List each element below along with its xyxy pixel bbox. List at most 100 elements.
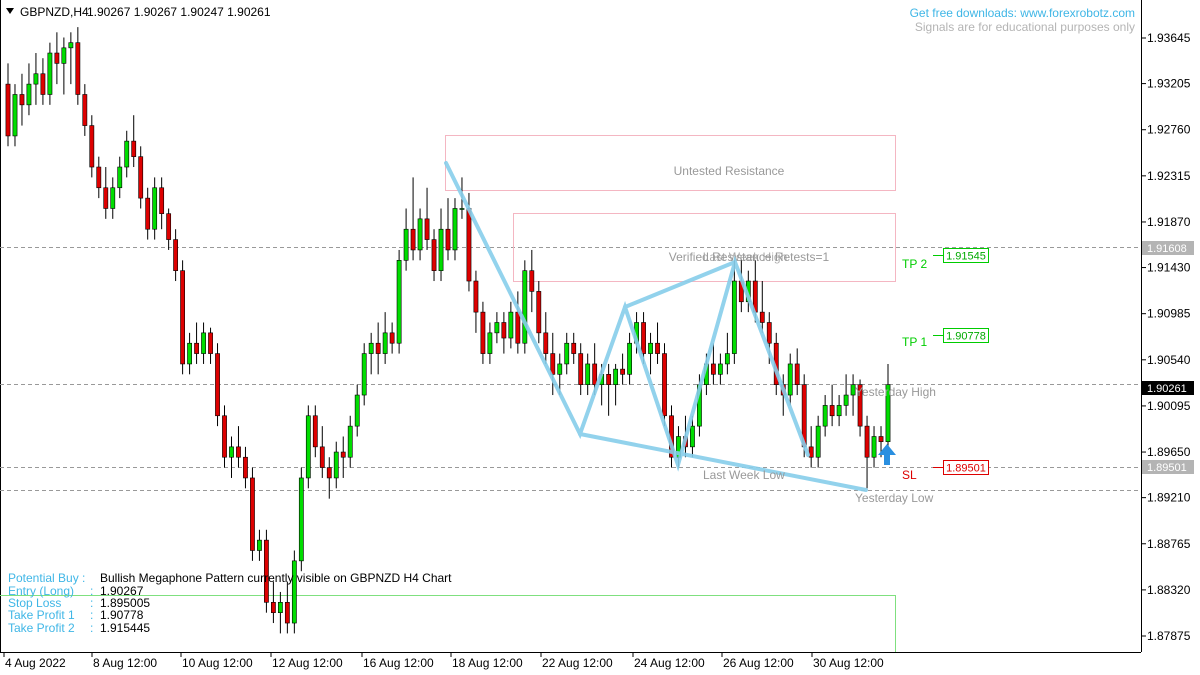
take-profit-2-value: 1.915445 [100, 621, 150, 635]
candle [396, 249, 402, 354]
time-tick-label: 26 Aug 12:00 [723, 656, 794, 670]
take-profit-2-sep: : [90, 621, 93, 635]
candle [180, 260, 185, 375]
candle-body-bear [794, 363, 800, 385]
candle-body-bear [138, 156, 144, 199]
candle-body-bull [815, 425, 821, 458]
price-tick-label: 1.91430 [1147, 261, 1191, 275]
take-profit-1-value: 1.90778 [100, 608, 144, 622]
time-tick-label: 10 Aug 12:00 [182, 656, 253, 670]
last-week-low-label: Last Week Low [703, 468, 785, 482]
candle-body-bear [759, 311, 765, 323]
candle-body-bull [836, 405, 842, 417]
candle-body-bear [878, 436, 884, 442]
candle-body-bull [403, 228, 409, 261]
candle-body-bull [333, 451, 339, 479]
candle-body-bear [480, 311, 486, 354]
candle-body-bull [354, 394, 360, 427]
candle-body-bear [250, 477, 255, 551]
price-tick-label: 1.93645 [1147, 31, 1191, 45]
candle-body-bear [578, 353, 584, 385]
untested-resistance-label: Untested Resistance [674, 164, 785, 178]
candle-body-bear [284, 602, 290, 624]
candle-body-bull [613, 368, 619, 385]
price-tick-label: 1.90095 [1147, 399, 1191, 413]
price-tick-label: 1.89650 [1147, 445, 1191, 459]
candle-body-bull [68, 42, 74, 49]
candle-body-bear [243, 456, 248, 479]
candle-body-bear [312, 415, 318, 448]
candle-body-bull [459, 208, 465, 210]
candle-body-bull [452, 208, 458, 251]
candle-body-bull [822, 405, 828, 427]
time-tick-label: 18 Aug 12:00 [452, 656, 523, 670]
yesterday-high-label: Yesterday High [855, 385, 936, 399]
candle-body-bear [173, 239, 179, 271]
candle-body-bull [396, 260, 402, 344]
potential-buy-label: Potential Buy : [8, 571, 85, 585]
candle-body-bull [361, 353, 367, 396]
candle-body-bull [690, 425, 695, 448]
candle-body-bull [33, 73, 39, 85]
candle-body-bull [382, 332, 388, 354]
candle-body-bear [326, 467, 332, 479]
candle-body-bull [494, 322, 500, 334]
price-tick-label: 1.88320 [1147, 583, 1191, 597]
download-link[interactable]: Get free downloads: www.forexrobotz.com [910, 6, 1135, 20]
price-tick-label: 1.92315 [1147, 169, 1191, 183]
candle-body-bull [26, 83, 32, 106]
candle-body-bear [166, 213, 172, 240]
candle-body-bear [131, 140, 137, 157]
time-tick-label: 24 Aug 12:00 [634, 656, 705, 670]
candle-body-bear [424, 218, 430, 240]
candle-body-bear [340, 451, 346, 458]
price-chart[interactable]: 1.93645 1.93205 1.92760 1.92315 1.91870 1.914… [0, 0, 1200, 675]
candle-body-bear [75, 42, 81, 95]
candle-body-bull [47, 52, 53, 95]
candle-body-bear [829, 405, 835, 417]
candle-body-bull [124, 140, 130, 168]
candle [662, 343, 667, 427]
potential-buy-text: Bullish Megaphone Pattern currently visi… [100, 571, 452, 585]
candle-body-bear [159, 187, 165, 214]
candle-body-bull [487, 332, 493, 354]
candle-body-bull [843, 394, 849, 406]
price-tick-label: 1.93205 [1147, 77, 1191, 91]
candle-body-bear [515, 311, 521, 344]
candle-body-bear [711, 363, 716, 375]
candle-body-bear [655, 342, 660, 354]
time-tick-label: 8 Aug 12:00 [93, 656, 157, 670]
candle-body-bull [648, 342, 653, 354]
candle-body-bull [508, 311, 514, 339]
candle-body-bull [417, 218, 423, 251]
candle-body-bull [305, 415, 311, 479]
candle-body-bear [431, 239, 437, 271]
candle-body-bear [194, 342, 199, 354]
candle-body-bear [215, 353, 220, 417]
candle-body-bear [529, 270, 535, 292]
candle [250, 467, 255, 561]
take-profit-1-sep: : [90, 608, 93, 622]
time-tick-label: 16 Aug 12:00 [363, 656, 434, 670]
candle-body-bear [180, 270, 185, 365]
candle-body-bull [585, 363, 591, 385]
candle-body-bull [787, 363, 793, 396]
tp1-price: 1.90778 [946, 331, 986, 343]
candle-body-bear [473, 280, 479, 313]
take-profit-2-label: Take Profit 2 [8, 621, 75, 635]
candle-body-bear [89, 125, 95, 168]
candle-body-bear [271, 602, 276, 613]
candle-body-bull [187, 342, 192, 365]
candle-body-bear [5, 83, 11, 137]
time-tick-label: 4 Aug 2022 [5, 656, 66, 670]
price-tag-resistance-text: 1.91608 [1147, 243, 1187, 255]
candle-body-bear [82, 94, 88, 126]
candle-body-bear [410, 228, 416, 251]
price-tag-sl-text: 1.89501 [1147, 462, 1187, 474]
price-tag-current-text: 1.90261 [1147, 383, 1187, 395]
candle-body-bull [201, 332, 206, 354]
sl-price: 1.89501 [946, 463, 986, 475]
candle-body-bear [543, 332, 549, 354]
candle-body-bear [641, 322, 646, 354]
candle-body-bull [229, 446, 234, 458]
